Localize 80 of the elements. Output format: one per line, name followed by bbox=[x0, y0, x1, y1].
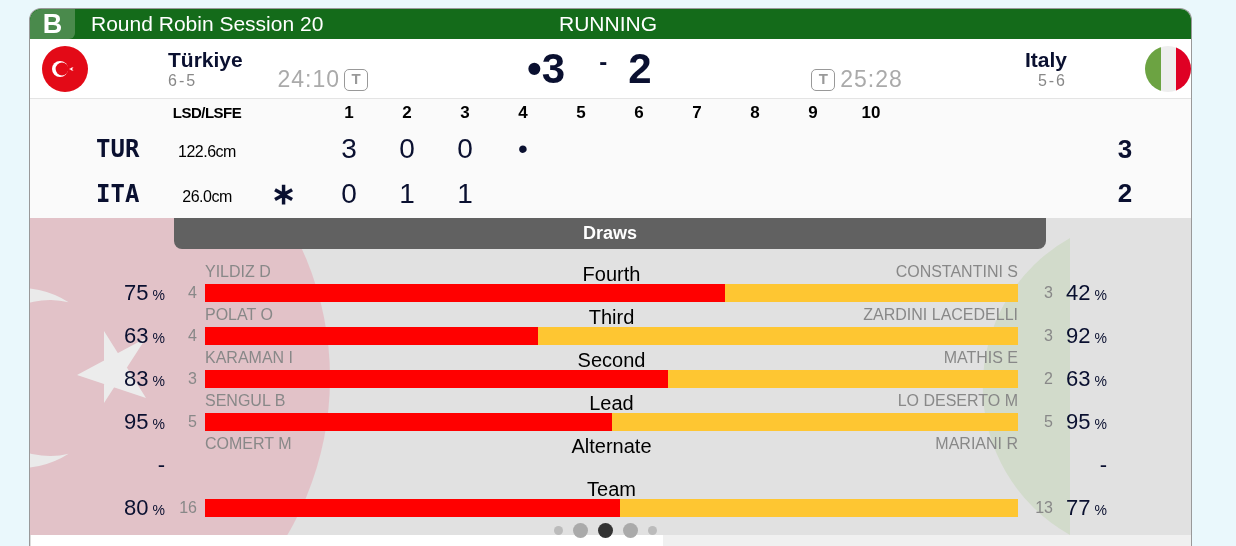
player-name: MARIANI R bbox=[935, 435, 1018, 452]
sheet-badge: B bbox=[30, 9, 75, 39]
end-number: 3 bbox=[459, 102, 471, 125]
player-name: YILDIZ D bbox=[205, 263, 271, 280]
end-score: 1 bbox=[457, 176, 473, 211]
last-stone-distance: 26.0cm bbox=[181, 186, 233, 207]
draw-count: 3 bbox=[188, 369, 197, 389]
player-name: CONSTANTINI S bbox=[895, 263, 1018, 280]
flag-icon bbox=[42, 45, 88, 92]
game-clock: 25:28 bbox=[840, 65, 903, 95]
percentage: 80 % bbox=[124, 497, 165, 519]
last-stone-distance: 122.6cm bbox=[177, 142, 237, 162]
player-name: ZARDINI LACEDELLI bbox=[863, 306, 1018, 323]
draw-count: 5 bbox=[1044, 412, 1053, 432]
draw-count: 5 bbox=[188, 412, 197, 432]
draw-count: 4 bbox=[188, 326, 197, 346]
draw-count: 13 bbox=[1035, 498, 1053, 518]
player-name: COMERT M bbox=[205, 435, 292, 452]
player-name: KARAMAN I bbox=[205, 349, 293, 366]
team-score: •3 bbox=[526, 47, 566, 90]
percentage: 63 % bbox=[124, 325, 165, 347]
score-separator: - bbox=[599, 46, 608, 77]
position-label: Lead bbox=[589, 392, 634, 414]
end-number: 1 bbox=[343, 102, 355, 125]
end-number: 6 bbox=[633, 102, 645, 125]
position-label: Third bbox=[588, 306, 635, 328]
percentage: 92 % bbox=[1066, 325, 1107, 347]
team-code: ITA bbox=[96, 178, 141, 210]
end-score: • bbox=[518, 132, 528, 166]
percentage: - bbox=[157, 454, 165, 476]
game-clock: 24:10 bbox=[277, 65, 341, 95]
flag-icon bbox=[1145, 45, 1191, 92]
position-label: Alternate bbox=[571, 435, 652, 457]
percentage: 95 % bbox=[124, 411, 165, 433]
hammer-mark: ∗ bbox=[270, 176, 296, 212]
draw-count: 16 bbox=[179, 498, 197, 518]
timeout-badge: T bbox=[344, 68, 369, 91]
percentage: - bbox=[1099, 454, 1107, 476]
game-status: RUNNING bbox=[559, 11, 657, 38]
team-code: TUR bbox=[96, 134, 141, 165]
end-number: 8 bbox=[749, 102, 761, 125]
team-record: 5-6 bbox=[1037, 71, 1067, 90]
draw-count: 3 bbox=[1044, 283, 1053, 303]
team-name: Türkiye bbox=[168, 47, 244, 72]
position-label: Team bbox=[587, 478, 636, 500]
end-score: 0 bbox=[457, 132, 473, 166]
section-title: Draws bbox=[174, 218, 1046, 249]
percentage: 42 % bbox=[1066, 282, 1107, 304]
draw-count: 2 bbox=[1044, 369, 1053, 389]
total-score: 2 bbox=[1116, 177, 1134, 210]
end-score: 1 bbox=[399, 176, 415, 211]
player-name: LO DESERTO M bbox=[897, 392, 1018, 409]
player-name: MATHIS E bbox=[943, 349, 1018, 366]
position-label: Second bbox=[577, 349, 646, 371]
percentage: 63 % bbox=[1066, 368, 1107, 390]
team-record: 6-5 bbox=[168, 71, 199, 90]
column-header: LSD/LSFE bbox=[171, 102, 243, 123]
percentage: 83 % bbox=[124, 368, 165, 390]
end-score: 0 bbox=[399, 132, 415, 166]
team-score: 2 bbox=[628, 47, 653, 90]
player-name: SENGUL B bbox=[205, 392, 286, 409]
position-label: Fourth bbox=[582, 263, 641, 285]
player-name: POLAT O bbox=[205, 306, 273, 323]
timeout-badge: T bbox=[811, 68, 836, 91]
end-number: 10 bbox=[860, 102, 882, 125]
draw-count: 4 bbox=[188, 283, 197, 303]
end-number: 9 bbox=[807, 102, 819, 125]
end-number: 4 bbox=[517, 102, 529, 125]
end-score: 0 bbox=[341, 176, 357, 211]
total-score: 3 bbox=[1116, 132, 1134, 166]
end-score: 3 bbox=[341, 132, 357, 166]
end-number: 5 bbox=[575, 102, 587, 125]
session-title: Round Robin Session 20 bbox=[91, 11, 324, 38]
percentage: 95 % bbox=[1066, 411, 1107, 433]
end-number: 2 bbox=[401, 102, 413, 125]
percentage: 75 % bbox=[124, 282, 165, 304]
team-name: Italy bbox=[1024, 47, 1067, 72]
end-number: 7 bbox=[691, 102, 703, 125]
draw-count: 3 bbox=[1044, 326, 1053, 346]
percentage: 77 % bbox=[1066, 497, 1107, 519]
